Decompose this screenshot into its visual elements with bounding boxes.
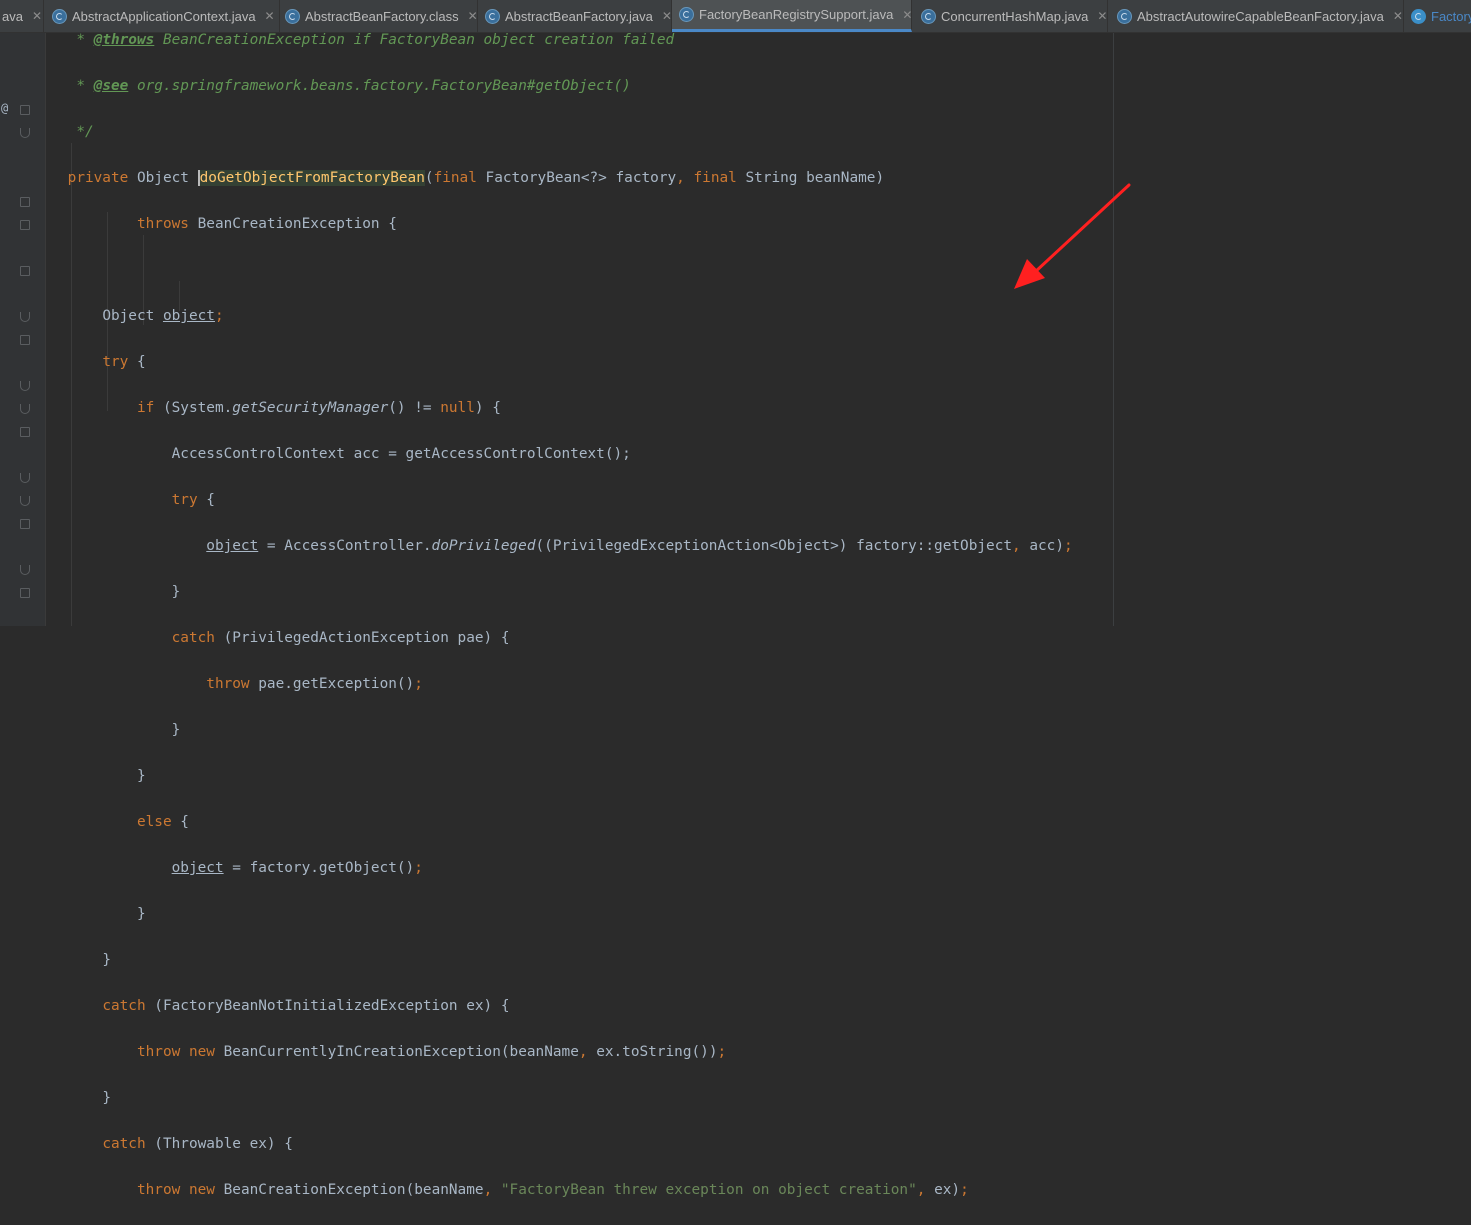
fold-marker-icon[interactable] [20,220,30,230]
fold-marker-icon[interactable] [20,335,30,345]
tab-label: ConcurrentHashMap.java [941,8,1089,24]
class-icon [1411,8,1426,24]
java-class-icon [1117,8,1132,24]
tab-factory-bean-registry-support[interactable]: FactoryBeanRegistrySupport.java ✕ [672,0,912,32]
do-privileged-line: object = AccessController.doPrivileged((… [206,538,1073,554]
code-line: throw new BeanCreationException(beanName… [136,1182,969,1198]
fold-marker-icon[interactable] [20,381,30,391]
fold-marker-icon[interactable] [20,588,30,598]
fold-marker-icon[interactable] [20,496,30,506]
code-line: } [171,584,181,600]
fold-marker-icon[interactable] [20,404,30,414]
tab-factory-partial[interactable]: Factory [1404,0,1471,32]
tab-label: ava [2,8,23,24]
code-line: throw pae.getException(); [206,676,423,692]
code-line: } [136,906,146,922]
code-line: try { [102,354,146,370]
close-icon[interactable]: ✕ [902,8,912,22]
code-line: else { [136,814,189,830]
tab-label: AbstractBeanFactory.java [505,8,653,24]
tab-label: AbstractApplicationContext.java [72,8,256,24]
code-line: catch (Throwable ex) { [102,1136,293,1152]
code-line: * @see org.springframework.beans.factory… [76,78,631,94]
code-line: catch (PrivilegedActionException pae) { [171,630,510,646]
tab-abstract-bean-factory-java[interactable]: AbstractBeanFactory.java ✕ [478,0,672,32]
tab-abstract-autowire-capable-bean-factory[interactable]: AbstractAutowireCapableBeanFactory.java … [1108,0,1404,32]
tab-abstract-bean-factory-class[interactable]: AbstractBeanFactory.class ✕ [280,0,478,32]
code-line: throws BeanCreationException { [136,216,397,232]
close-icon[interactable]: ✕ [1097,9,1107,23]
java-class-icon [285,8,300,24]
code-line: } [102,952,111,968]
fold-marker-icon[interactable] [20,312,30,322]
close-icon[interactable]: ✕ [32,9,42,23]
fold-marker-icon[interactable] [20,519,30,529]
tab-label: AbstractBeanFactory.class [305,8,459,24]
tab-label: AbstractAutowireCapableBeanFactory.java [1137,8,1384,24]
tab-partial-left[interactable]: ava ✕ [0,0,44,32]
fold-marker-icon[interactable] [20,473,30,483]
fold-marker-icon[interactable] [20,427,30,437]
tab-label: FactoryBeanRegistrySupport.java [699,7,894,22]
close-icon[interactable]: ✕ [662,9,672,23]
java-class-icon [52,8,67,24]
code-line: Object object; [102,308,224,324]
java-class-icon [485,8,500,24]
fold-marker-icon[interactable] [20,565,30,575]
right-margin-guide [1113,33,1114,626]
code-line: catch (FactoryBeanNotInitializedExceptio… [102,998,510,1014]
code-line: throw new BeanCurrentlyInCreationExcepti… [136,1044,727,1060]
method-signature-line: private Object doGetObjectFromFactoryBea… [67,170,885,186]
close-icon[interactable]: ✕ [265,9,275,23]
override-marker-icon[interactable]: @ [1,101,13,115]
java-class-icon [921,8,936,24]
close-icon[interactable]: ✕ [468,9,478,23]
tab-abstract-application-context[interactable]: AbstractApplicationContext.java ✕ [44,0,280,32]
code-line: if (System.getSecurityManager() != null)… [136,400,501,416]
code-line: * @throws BeanCreationException if Facto… [76,32,675,48]
fold-marker-icon[interactable] [20,105,30,115]
code-line: try { [171,492,215,508]
tab-label: Factory [1431,8,1471,24]
method-name[interactable]: doGetObjectFromFactoryBean [197,170,425,186]
fold-marker-icon[interactable] [20,197,30,207]
code-line: } [171,722,181,738]
code-line: */ [76,124,94,140]
fold-marker-icon[interactable] [20,128,30,138]
tab-concurrent-hash-map[interactable]: ConcurrentHashMap.java ✕ [912,0,1108,32]
code-editor[interactable]: * @throws BeanCreationException if Facto… [33,29,1073,1225]
close-icon[interactable]: ✕ [1393,9,1403,23]
code-line: AccessControlContext acc = getAccessCont… [171,446,631,462]
fold-marker-icon[interactable] [20,266,30,276]
code-line: object = factory.getObject(); [171,860,423,876]
code-line: } [102,1090,111,1106]
code-line: } [136,768,146,784]
java-class-icon [679,7,694,22]
